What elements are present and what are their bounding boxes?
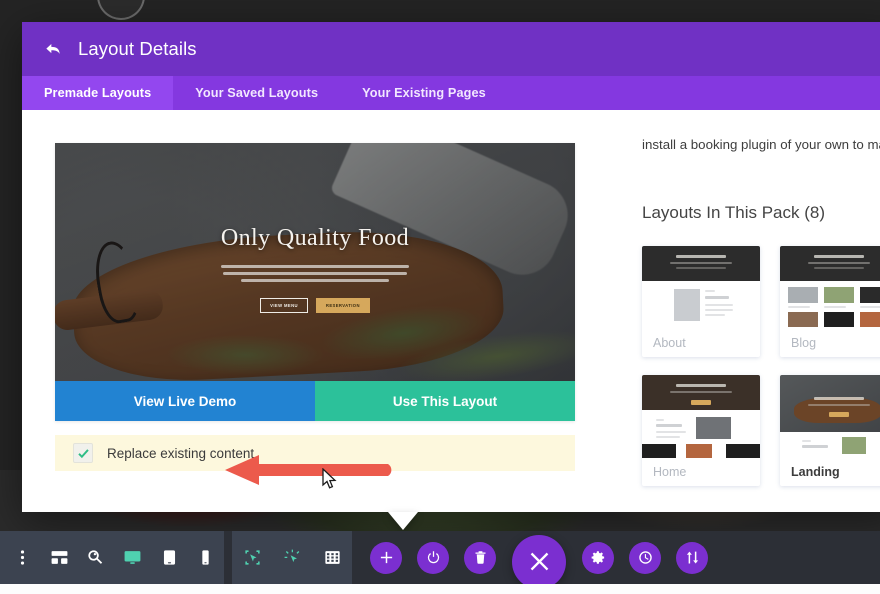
layout-name-landing: Landing [791,464,840,479]
preview-action-buttons: View Live Demo Use This Layout [55,381,575,421]
view-live-demo-button[interactable]: View Live Demo [55,381,315,421]
phone-icon[interactable] [187,531,224,584]
layout-name-home: Home [653,464,687,479]
preview-hero-content: Only Quality Food VIEW MENU RESERVATION [55,143,575,381]
layout-thumbnail-about [642,245,760,329]
preview-hero-title: Only Quality Food [220,225,410,251]
zoom-icon[interactable] [77,531,114,584]
add-icon[interactable] [370,541,402,574]
layouts-in-pack-grid: About Blog Home Landing [642,245,880,486]
close-icon[interactable] [512,534,566,589]
modal-tabbar: Premade Layouts Your Saved Layouts Your … [22,76,880,110]
sort-icon[interactable] [676,541,708,574]
preview-hero-paragraph [220,265,410,286]
layout-pack-column: install a booking plugin of your own to … [614,110,880,512]
layout-thumbnail-blog [780,245,880,329]
wireframe-icon[interactable] [41,531,78,584]
modal-title: Layout Details [78,38,197,59]
tab-your-existing-pages[interactable]: Your Existing Pages [340,76,508,110]
power-icon[interactable] [417,541,449,574]
view-tool-group [0,531,224,584]
history-icon[interactable] [629,541,661,574]
select-mode-icon[interactable] [232,531,272,584]
replace-existing-content-checkbox[interactable] [73,443,93,463]
preview-view-menu-button: VIEW MENU [260,298,308,313]
grid-mode-icon[interactable] [312,531,352,584]
layout-preview-column: Only Quality Food VIEW MENU RESERVATION … [22,110,614,512]
modal-header: Layout Details [22,22,880,76]
tablet-icon[interactable] [151,531,188,584]
left-arrow-annotation [225,455,395,485]
trash-icon[interactable] [464,541,496,574]
modal-pointer-triangle [388,512,418,530]
preview-hero-buttons: VIEW MENU RESERVATION [260,298,370,313]
builder-action-buttons [370,531,708,589]
layout-name-about: About [653,335,686,350]
layout-card-about[interactable]: About [642,245,760,357]
layout-preview-card: Only Quality Food VIEW MENU RESERVATION … [55,143,575,421]
layout-preview-image: Only Quality Food VIEW MENU RESERVATION [55,143,575,381]
layout-card-home[interactable]: Home [642,374,760,486]
mouse-pointer-icon [322,467,338,490]
layout-name-blog: Blog [791,335,817,350]
checkmark-icon [77,448,89,458]
decorative-circle [97,0,145,20]
modal-body: Only Quality Food VIEW MENU RESERVATION … [22,110,880,512]
layout-thumbnail-home [642,374,760,458]
layout-details-modal: Layout Details Premade Layouts Your Save… [22,22,880,512]
layout-thumbnail-landing [780,374,880,458]
back-arrow-icon[interactable] [42,38,64,60]
canvas-bottom-edge [0,584,880,594]
layout-card-blog[interactable]: Blog [780,245,880,357]
tab-premade-layouts[interactable]: Premade Layouts [22,76,174,110]
use-this-layout-button[interactable]: Use This Layout [315,381,575,421]
interaction-mode-group [232,531,352,584]
click-mode-icon[interactable] [272,531,312,584]
preview-reservation-button: RESERVATION [315,298,370,313]
tab-your-saved-layouts[interactable]: Your Saved Layouts [173,76,340,110]
builder-bottom-toolbar [0,531,880,589]
pack-description: install a booking plugin of your own to … [642,137,880,152]
layout-card-landing[interactable]: Landing [780,374,880,486]
pack-heading: Layouts In This Pack (8) [642,202,825,222]
gear-icon[interactable] [582,541,614,574]
more-options-icon[interactable] [4,531,41,584]
desktop-icon[interactable] [114,531,151,584]
